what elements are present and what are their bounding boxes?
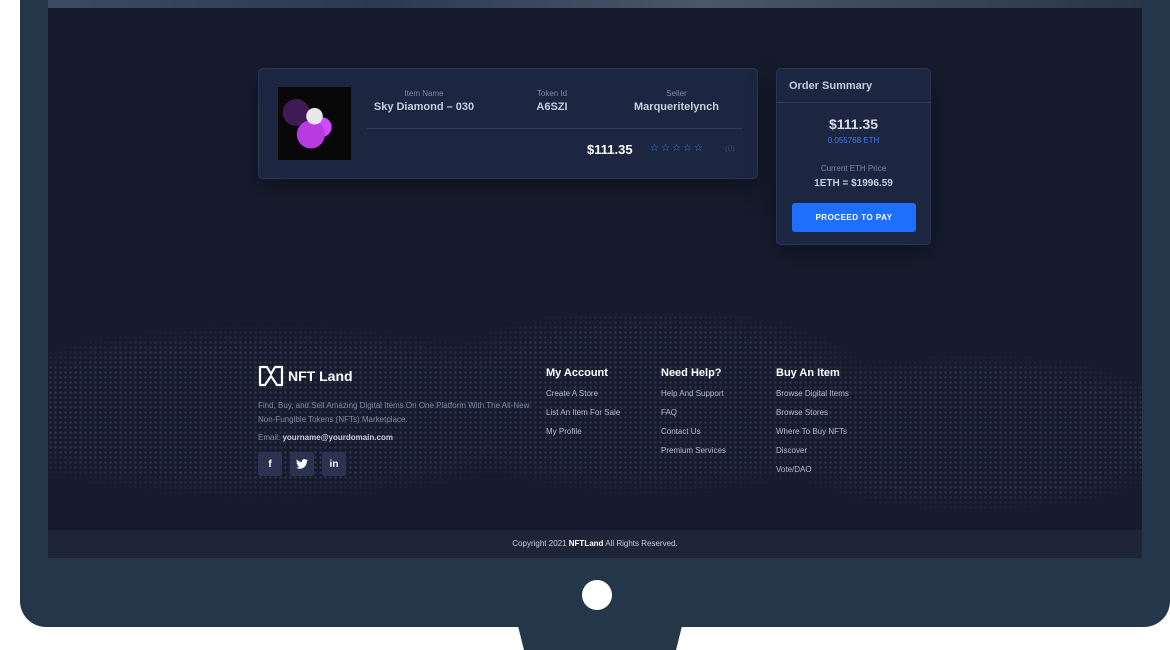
item-name-label: Item Name [404, 89, 444, 98]
footer-link[interactable]: Contact Us [661, 427, 726, 446]
star-icon: ☆ [650, 143, 659, 154]
item-name-column: Item Name Sky Diamond – 030 [369, 89, 479, 113]
footer-link[interactable]: Browse Digital Items [776, 389, 849, 408]
buy-item-heading: Buy An Item [776, 367, 840, 379]
order-summary-title: Order Summary [789, 80, 873, 92]
linkedin-icon[interactable]: in [322, 452, 346, 476]
footer-link[interactable]: My Profile [546, 427, 620, 446]
copyright-suffix: All Rights Reserved. [603, 539, 678, 548]
copyright-prefix: Copyright 2021 [512, 539, 569, 548]
seller-name[interactable]: Marqueritelynch [624, 101, 729, 113]
eth-rate: 1ETH = $1996.59 [814, 178, 893, 189]
proceed-to-pay-button[interactable]: PROCEED TO PAY [792, 203, 916, 232]
social-links: f in [258, 452, 533, 476]
order-total-usd: $111.35 [828, 116, 879, 132]
rating-stars: ☆ ☆ ☆ ☆ ☆ [650, 143, 703, 155]
email-address[interactable]: yourname@yourdomain.com [282, 433, 393, 442]
star-icon: ☆ [682, 143, 692, 154]
facebook-icon[interactable]: f [258, 452, 282, 476]
token-id: A6SZI [536, 101, 568, 113]
nft-logo-icon [258, 365, 284, 387]
seller-column: Seller Marqueritelynch [624, 89, 729, 113]
order-divider [777, 102, 930, 103]
token-id-column: Token Id A6SZI [517, 89, 587, 113]
brand-name: NFT Land [288, 368, 353, 384]
header-strip [48, 0, 1142, 8]
footer-buy-item: Buy An Item Browse Digital Items Browse … [776, 367, 849, 484]
star-icon: ☆ [693, 143, 703, 154]
footer-brand: NFT Land Find, Buy, and Sell Amazing Dig… [258, 365, 533, 476]
copyright-brand: NFTLand [568, 539, 604, 548]
cart-item-card: Item Name Sky Diamond – 030 Token Id A6S… [258, 68, 758, 179]
item-name[interactable]: Sky Diamond – 030 [369, 101, 479, 113]
footer-link[interactable]: Premium Services [661, 446, 726, 465]
token-id-label: Token Id [536, 89, 568, 98]
seller-label: Seller [666, 89, 687, 98]
footer-link[interactable]: List An Item For Sale [546, 408, 620, 427]
footer-link[interactable]: Help And Support [661, 389, 726, 408]
footer-link[interactable]: Where To Buy NFTs [776, 427, 849, 446]
email-label: Email: [258, 433, 283, 442]
brand-email: Email: yourname@yourdomain.com [258, 433, 533, 442]
footer-need-help: Need Help? Help And Support FAQ Contact … [661, 367, 726, 465]
footer-link[interactable]: Browse Stores [776, 408, 849, 427]
order-summary-card: Order Summary $111.35 0.055768 ETH Curre… [776, 68, 931, 245]
brand-description: Find, Buy, and Sell Amazing Digital Item… [258, 401, 530, 424]
order-total-eth: 0.055768 ETH [827, 136, 880, 145]
logo[interactable]: NFT Land [258, 365, 533, 387]
star-icon: ☆ [671, 143, 681, 154]
rating-count: (0) [725, 144, 735, 153]
footer-link[interactable]: Create A Store [546, 389, 620, 408]
footer-my-account: My Account Create A Store List An Item F… [546, 367, 620, 446]
item-price: $111.35 [587, 142, 633, 157]
footer-link[interactable]: Vote/DAO [776, 465, 849, 484]
footer-link[interactable]: Discover [776, 446, 849, 465]
my-account-heading: My Account [546, 367, 608, 379]
need-help-heading: Need Help? [661, 367, 722, 379]
twitter-icon[interactable] [290, 452, 314, 476]
power-button [582, 580, 612, 610]
eth-price-label: Current ETH Price [820, 164, 887, 173]
star-icon: ☆ [660, 143, 670, 154]
nft-thumbnail[interactable] [278, 87, 351, 160]
screen: Item Name Sky Diamond – 030 Token Id A6S… [48, 0, 1142, 558]
monitor-stand [517, 622, 683, 650]
footer-link[interactable]: FAQ [661, 408, 726, 427]
item-divider [367, 128, 742, 129]
copyright-bar: Copyright 2021 NFTLand All Rights Reserv… [48, 530, 1142, 558]
